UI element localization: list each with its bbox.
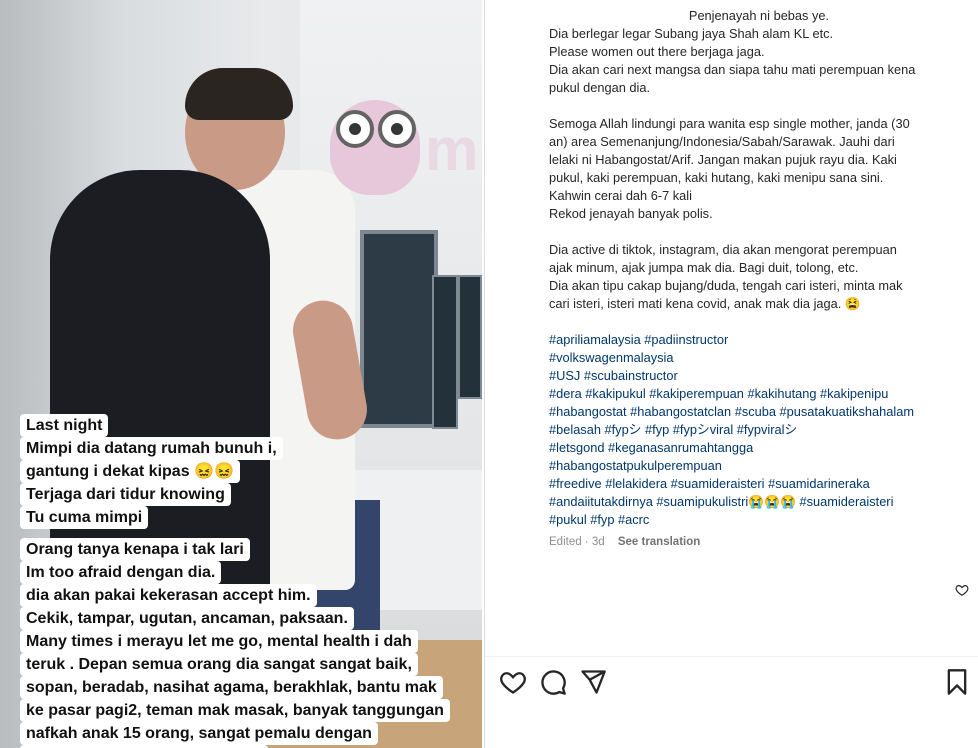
caption-line: lelaki ni Habangostat/Arif. Jangan makan… <box>549 152 897 167</box>
man-hair <box>185 68 293 120</box>
post-media[interactable]: mulai Last nightMimpi dia datang rumah b… <box>0 0 482 748</box>
overlay-text-line: dia akan pakai kekerasan accept him. <box>20 584 317 607</box>
caption-line: Dia akan tipu cakap bujang/duda, tengah … <box>549 278 903 293</box>
caption-line: cari isteri, isteri mati kena covid, ana… <box>549 296 861 311</box>
caption-line: pukul, kaki perempuan, kaki hutang, kaki… <box>549 170 884 185</box>
caption-line: an) area Semenanjung/Indonesia/Sabah/Sar… <box>549 134 895 149</box>
caption-line: Kahwin cerai dah 6-7 kali <box>549 188 692 203</box>
caption-line: ajak minum, ajak jumpa mak dia. Bagi dui… <box>549 260 859 275</box>
caption-line: Dia akan cari next mangsa dan siapa tahu… <box>549 62 916 77</box>
overlay-text-line: Terjaga dari tidur knowing <box>20 483 231 506</box>
bookmark-icon[interactable] <box>943 668 971 696</box>
heart-icon[interactable] <box>499 668 527 696</box>
hashtag-line[interactable]: #andaiitutakdirnya #suamipukulistri😭😭😭 #… <box>549 493 969 511</box>
hashtag-line[interactable]: #belasah #fypシ #fyp #fypシviral #fypviral… <box>549 421 969 439</box>
comment-like-heart-icon[interactable] <box>955 583 969 597</box>
caption-line <box>549 223 969 241</box>
watermark-text: mulai <box>425 116 482 183</box>
divider <box>485 656 978 657</box>
hashtag-line[interactable]: #habangostat #habangostatclan #scuba #pu… <box>549 403 969 421</box>
owl-watermark-icon <box>330 100 420 195</box>
caption-line: pukul dengan dia. <box>549 80 651 95</box>
hashtag-line[interactable]: #freedive #lelakidera #suamideraisteri #… <box>549 475 969 493</box>
hashtag-line[interactable]: #letsgond #keganasanrumahtangga <box>549 439 969 457</box>
caption-line <box>549 313 969 331</box>
owl-eye-icon <box>378 110 416 148</box>
caption-line: Please women out there berjaga jaga. <box>549 44 765 59</box>
wall-frame <box>360 230 438 428</box>
hashtag-line[interactable]: #habangostatpukulperempuan <box>549 457 969 475</box>
post-meta: Edited · 3d See translation <box>549 536 700 548</box>
action-bar <box>485 668 978 698</box>
overlay-text-line: Mimpi dia datang rumah bunuh i, <box>20 437 283 460</box>
hashtag-line[interactable]: #pukul #fyp #acrc <box>549 511 969 529</box>
overlay-text-line: Many times i merayu let me go, mental he… <box>20 630 418 653</box>
hashtag-line[interactable]: #volkswagenmalaysia <box>549 349 969 367</box>
share-icon[interactable] <box>579 668 607 696</box>
caption-line: Rekod jenayah banyak polis. <box>549 206 713 221</box>
caption-line: Penjenayah ni bebas ye. <box>688 8 830 23</box>
post-panel: Penjenayah ni bebas ye. Dia berlegar lega… <box>484 0 978 748</box>
hashtag-line[interactable]: #dera #kakipukul #kakiperempuan #kakihut… <box>549 385 969 403</box>
owl-eye-icon <box>336 110 374 148</box>
caption-line: Dia active di tiktok, instagram, dia aka… <box>549 242 897 257</box>
overlay-text-line: Tu cuma mimpi <box>20 506 149 529</box>
overlay-text-line: ke pasar pagi2, teman mak masak, banyak … <box>20 699 450 722</box>
overlay-text-line: Cekik, tampar, ugutan, ancaman, paksaan. <box>20 607 354 630</box>
caption-line: Dia berlegar legar Subang jaya Shah alam… <box>549 26 834 41</box>
wall-frame <box>458 275 482 399</box>
overlay-text-line: sopan, beradab, nasihat agama, berakhlak… <box>20 676 443 699</box>
overlay-text-block-1: Last night Mimpi dia datang rumah bunuh i… <box>20 414 283 529</box>
hashtag-line[interactable]: #USJ #scubainstructor <box>549 367 969 385</box>
caption-line <box>549 97 969 115</box>
overlay-text-line: Last night <box>20 414 109 437</box>
overlay-text-line: Orang tanya kenapa i tak lari <box>20 538 250 561</box>
overlay-text-line: Im too afraid dengan dia. <box>20 561 222 584</box>
overlay-text-line: teruk . Depan semua orang dia sangat san… <box>20 653 418 676</box>
hashtag-line[interactable]: #apriliamalaysia #padiinstructor <box>549 331 969 349</box>
overlay-text-line: nafkah anak 15 orang, sangat pemalu deng… <box>20 722 378 745</box>
post-caption: Penjenayah ni bebas ye. Dia berlegar lega… <box>549 7 969 529</box>
overlay-text-line: gantung i dekat kipas 😖😖 <box>20 460 240 483</box>
wall-frame <box>432 275 458 429</box>
caption-line: Semoga Allah lindungi para wanita esp si… <box>549 116 910 131</box>
comment-icon[interactable] <box>539 668 567 696</box>
edited-timestamp: Edited · 3d <box>549 536 605 548</box>
see-translation-link[interactable]: See translation <box>618 536 700 548</box>
overlay-text-block-2: Orang tanya kenapa i tak lari Im too afra… <box>20 538 450 748</box>
